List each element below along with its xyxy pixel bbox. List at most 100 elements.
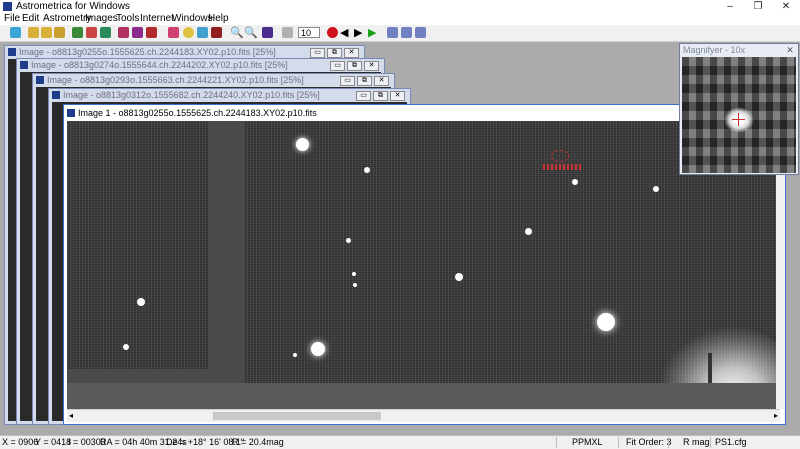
star[interactable] bbox=[311, 342, 325, 356]
minimize-button[interactable]: ▭ bbox=[340, 76, 355, 86]
status-y: Y = 0418 bbox=[35, 437, 72, 447]
star[interactable] bbox=[525, 228, 532, 235]
status-catalog: PPMXL bbox=[572, 437, 603, 447]
target-marker[interactable] bbox=[543, 148, 583, 176]
image-window-icon bbox=[52, 91, 60, 99]
star[interactable] bbox=[572, 179, 578, 185]
open-images-icon[interactable] bbox=[28, 27, 39, 38]
magnifier-view bbox=[682, 57, 796, 173]
bright-star-halo bbox=[657, 326, 776, 383]
next-icon[interactable]: ▶ bbox=[354, 25, 362, 41]
star-catalog-icon[interactable] bbox=[118, 27, 129, 38]
image-window-4-title: Image - o8813g0312o.1555682.ch.2244240.X… bbox=[63, 90, 320, 100]
app-title: Astrometrica for Windows bbox=[16, 1, 130, 12]
maximize-button[interactable]: ⧉ bbox=[357, 76, 372, 86]
star[interactable] bbox=[296, 138, 309, 151]
active-window-titlebar[interactable]: Image 1 - o8813g0255o.1555625.ch.2244183… bbox=[64, 105, 785, 121]
status-separator bbox=[710, 437, 711, 448]
menu-edit[interactable]: Edit bbox=[22, 13, 39, 25]
star[interactable] bbox=[293, 353, 297, 357]
status-separator bbox=[618, 437, 619, 448]
connect-icon[interactable] bbox=[10, 27, 21, 38]
image-window-2-titlebar[interactable]: Image - o8813g0274o.1555644.ch.2244202.X… bbox=[17, 59, 384, 71]
image-window-2-title: Image - o8813g0274o.1555644.ch.2244202.X… bbox=[31, 60, 288, 70]
star[interactable] bbox=[352, 272, 356, 276]
load-images-icon[interactable] bbox=[41, 27, 52, 38]
maximize-button[interactable]: ⧉ bbox=[373, 91, 388, 101]
menu-images[interactable]: Images bbox=[85, 13, 118, 25]
image-window-icon bbox=[67, 109, 75, 117]
stack-icon[interactable] bbox=[211, 27, 222, 38]
tile-vertical-icon[interactable] bbox=[415, 27, 426, 38]
close-button[interactable]: ✕ bbox=[374, 76, 389, 86]
star[interactable] bbox=[346, 238, 351, 243]
menu-tools[interactable]: Tools bbox=[116, 13, 139, 25]
maximize-button[interactable]: ⧉ bbox=[347, 61, 362, 71]
cascade-icon[interactable] bbox=[282, 27, 293, 38]
magnifier-window[interactable]: Magnifyer - 10x ✕ bbox=[679, 43, 799, 175]
image-window-3-title: Image - o8813g0293o.1555663.ch.2244221.X… bbox=[47, 75, 304, 85]
star[interactable] bbox=[653, 186, 659, 192]
star[interactable] bbox=[597, 313, 615, 331]
close-button[interactable]: ✕ bbox=[344, 48, 359, 58]
zoom-out-icon[interactable]: 🔍 bbox=[244, 25, 258, 41]
star[interactable] bbox=[137, 298, 145, 306]
load-dark-icon[interactable] bbox=[54, 27, 65, 38]
image-window-1-title: Image - o8813g0255o.1555625.ch.2244183.X… bbox=[19, 47, 276, 57]
status-separator bbox=[556, 437, 557, 448]
menu-windows[interactable]: Windows bbox=[172, 13, 213, 25]
play-icon[interactable]: ▶ bbox=[368, 25, 376, 41]
image-lower-band bbox=[67, 383, 776, 409]
crosshair-icon bbox=[732, 119, 745, 120]
star[interactable] bbox=[455, 273, 463, 281]
image-window-1-titlebar[interactable]: Image - o8813g0255o.1555625.ch.2244183.X… bbox=[5, 46, 364, 58]
tile-icon[interactable] bbox=[387, 27, 398, 38]
remove-icon[interactable] bbox=[146, 27, 157, 38]
close-button[interactable]: ✕ bbox=[772, 0, 800, 13]
zoom-spinbox[interactable]: 10 bbox=[298, 27, 320, 38]
minimize-button[interactable]: – bbox=[716, 0, 744, 13]
minimize-button[interactable]: ▭ bbox=[356, 91, 371, 101]
image-window-icon bbox=[36, 76, 44, 84]
ccd-gap bbox=[67, 369, 209, 383]
toolbar: 🔍 🔍 10 ◀ ▶ ▶ bbox=[0, 25, 800, 42]
scroll-right-icon[interactable]: ▸ bbox=[774, 410, 778, 422]
menu-internet[interactable]: Internet bbox=[140, 13, 174, 25]
data-reduction-icon[interactable] bbox=[86, 27, 97, 38]
close-button[interactable]: ✕ bbox=[390, 91, 405, 101]
settings-icon[interactable] bbox=[168, 27, 179, 38]
close-button[interactable]: ✕ bbox=[364, 61, 379, 71]
save-icon[interactable] bbox=[72, 27, 83, 38]
scroll-thumb[interactable] bbox=[213, 412, 381, 420]
minimize-button[interactable]: ▭ bbox=[330, 61, 345, 71]
image-window-4-titlebar[interactable]: Image - o8813g0312o.1555682.ch.2244240.X… bbox=[49, 89, 410, 101]
star[interactable] bbox=[123, 344, 129, 350]
mpc-report-icon[interactable] bbox=[132, 27, 143, 38]
scroll-left-icon[interactable]: ◂ bbox=[69, 410, 73, 422]
maximize-button[interactable]: ⧉ bbox=[327, 48, 342, 58]
magnifier-icon[interactable] bbox=[183, 27, 194, 38]
calibrate-icon[interactable] bbox=[100, 27, 111, 38]
record-icon[interactable] bbox=[327, 27, 338, 38]
blink-icon[interactable] bbox=[197, 27, 208, 38]
fits-image-canvas[interactable] bbox=[67, 121, 776, 383]
active-window-title: Image 1 - o8813g0255o.1555625.ch.2244183… bbox=[78, 108, 317, 118]
image-window-icon bbox=[8, 48, 16, 56]
menu-file[interactable]: File bbox=[4, 13, 20, 25]
image-window-3-titlebar[interactable]: Image - o8813g0293o.1555663.ch.2244221.X… bbox=[33, 74, 394, 86]
status-x: X = 0906 bbox=[2, 437, 39, 447]
star[interactable] bbox=[353, 283, 357, 287]
star[interactable] bbox=[364, 167, 370, 173]
minimize-button[interactable]: ▭ bbox=[310, 48, 325, 58]
menu-help[interactable]: Help bbox=[208, 13, 229, 25]
menu-bar: File Edit Astrometry Images Tools Intern… bbox=[0, 13, 800, 25]
tile-horizontal-icon[interactable] bbox=[401, 27, 412, 38]
magnifier-close-button[interactable]: ✕ bbox=[784, 45, 796, 55]
zoom-in-icon[interactable]: 🔍 bbox=[230, 25, 244, 41]
horizontal-scrollbar[interactable]: ◂ ▸ bbox=[67, 409, 780, 422]
restore-button[interactable]: ❐ bbox=[744, 0, 772, 13]
status-separator bbox=[668, 437, 669, 448]
grid-layout-icon[interactable] bbox=[262, 27, 273, 38]
previous-icon[interactable]: ◀ bbox=[340, 25, 348, 41]
status-magnitude: R = 20.4mag bbox=[232, 437, 284, 447]
